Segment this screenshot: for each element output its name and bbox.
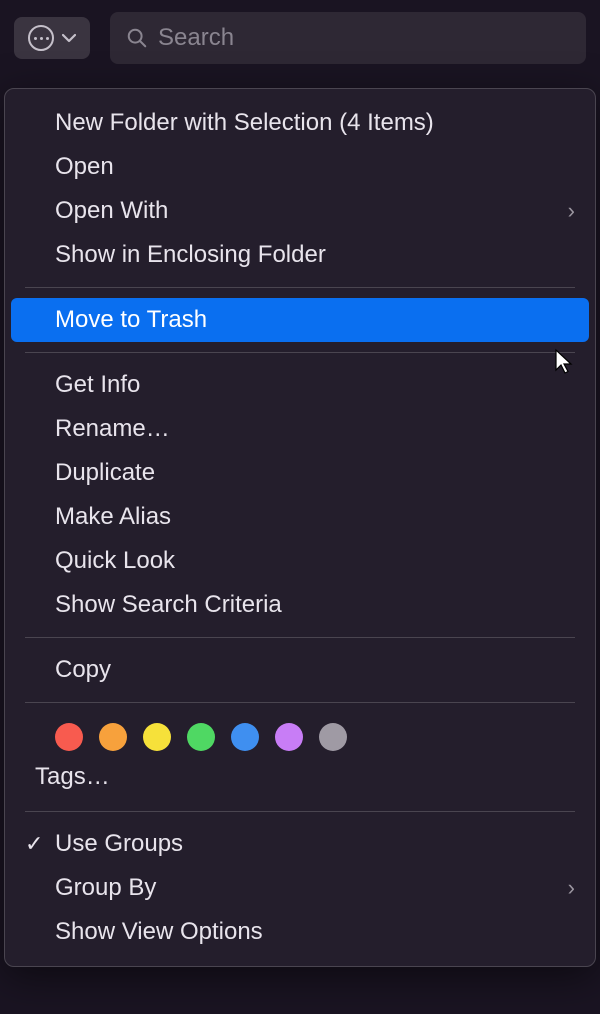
search-input[interactable] bbox=[158, 24, 570, 52]
menu-item-tags[interactable]: Tags… bbox=[5, 757, 595, 801]
menu-item-label: Open With bbox=[55, 197, 168, 225]
menu-item-label: Show in Enclosing Folder bbox=[55, 241, 326, 269]
menu-section-info: Get Info Rename… Duplicate Make Alias Qu… bbox=[5, 359, 595, 631]
search-icon bbox=[126, 27, 148, 49]
menu-separator bbox=[25, 637, 575, 638]
menu-item-label: Use Groups bbox=[55, 830, 183, 858]
menu-section-view: ✓ Use Groups Group By › Show View Option… bbox=[5, 818, 595, 958]
toolbar bbox=[0, 0, 600, 76]
menu-item-rename[interactable]: Rename… bbox=[5, 407, 595, 451]
menu-item-label: Show View Options bbox=[55, 918, 263, 946]
menu-separator bbox=[25, 702, 575, 703]
menu-item-show-view-options[interactable]: Show View Options bbox=[5, 910, 595, 954]
menu-separator bbox=[25, 811, 575, 812]
menu-item-group-by[interactable]: Group By › bbox=[5, 866, 595, 910]
menu-section-trash: Move to Trash bbox=[5, 294, 595, 346]
menu-item-label: Get Info bbox=[55, 371, 140, 399]
tag-blue[interactable] bbox=[231, 723, 259, 751]
menu-item-open[interactable]: Open bbox=[5, 145, 595, 189]
menu-item-use-groups[interactable]: ✓ Use Groups bbox=[5, 822, 595, 866]
menu-item-move-to-trash[interactable]: Move to Trash bbox=[11, 298, 589, 342]
menu-section-tags: Tags… bbox=[5, 709, 595, 805]
menu-item-label: Group By bbox=[55, 874, 156, 902]
chevron-right-icon: › bbox=[568, 875, 575, 901]
tag-yellow[interactable] bbox=[143, 723, 171, 751]
ellipsis-icon bbox=[28, 25, 54, 51]
tag-green[interactable] bbox=[187, 723, 215, 751]
menu-item-quick-look[interactable]: Quick Look bbox=[5, 539, 595, 583]
chevron-down-icon bbox=[62, 33, 76, 43]
menu-item-label: Quick Look bbox=[55, 547, 175, 575]
tag-red[interactable] bbox=[55, 723, 83, 751]
menu-separator bbox=[25, 287, 575, 288]
menu-section-copy: Copy bbox=[5, 644, 595, 696]
tag-purple[interactable] bbox=[275, 723, 303, 751]
menu-item-label: Copy bbox=[55, 656, 111, 684]
menu-separator bbox=[25, 352, 575, 353]
search-bar[interactable] bbox=[110, 12, 586, 64]
context-menu: New Folder with Selection (4 Items) Open… bbox=[4, 88, 596, 967]
menu-item-copy[interactable]: Copy bbox=[5, 648, 595, 692]
menu-item-show-enclosing[interactable]: Show in Enclosing Folder bbox=[5, 233, 595, 277]
menu-item-label: Move to Trash bbox=[55, 306, 207, 334]
menu-item-make-alias[interactable]: Make Alias bbox=[5, 495, 595, 539]
menu-item-label: Open bbox=[55, 153, 114, 181]
tag-orange[interactable] bbox=[99, 723, 127, 751]
menu-item-label: Make Alias bbox=[55, 503, 171, 531]
menu-section-file: New Folder with Selection (4 Items) Open… bbox=[5, 97, 595, 281]
menu-item-new-folder[interactable]: New Folder with Selection (4 Items) bbox=[5, 101, 595, 145]
tag-colors-row bbox=[5, 713, 595, 757]
menu-item-label: Rename… bbox=[55, 415, 170, 443]
menu-item-open-with[interactable]: Open With › bbox=[5, 189, 595, 233]
menu-item-label: Show Search Criteria bbox=[55, 591, 282, 619]
checkmark-icon: ✓ bbox=[25, 831, 45, 857]
menu-item-label: Duplicate bbox=[55, 459, 155, 487]
menu-item-duplicate[interactable]: Duplicate bbox=[5, 451, 595, 495]
chevron-right-icon: › bbox=[568, 198, 575, 224]
actions-dropdown-button[interactable] bbox=[14, 17, 90, 59]
tag-gray[interactable] bbox=[319, 723, 347, 751]
menu-item-get-info[interactable]: Get Info bbox=[5, 363, 595, 407]
menu-item-label: Tags… bbox=[35, 763, 110, 790]
menu-item-show-search-criteria[interactable]: Show Search Criteria bbox=[5, 583, 595, 627]
menu-item-label: New Folder with Selection (4 Items) bbox=[55, 109, 434, 137]
